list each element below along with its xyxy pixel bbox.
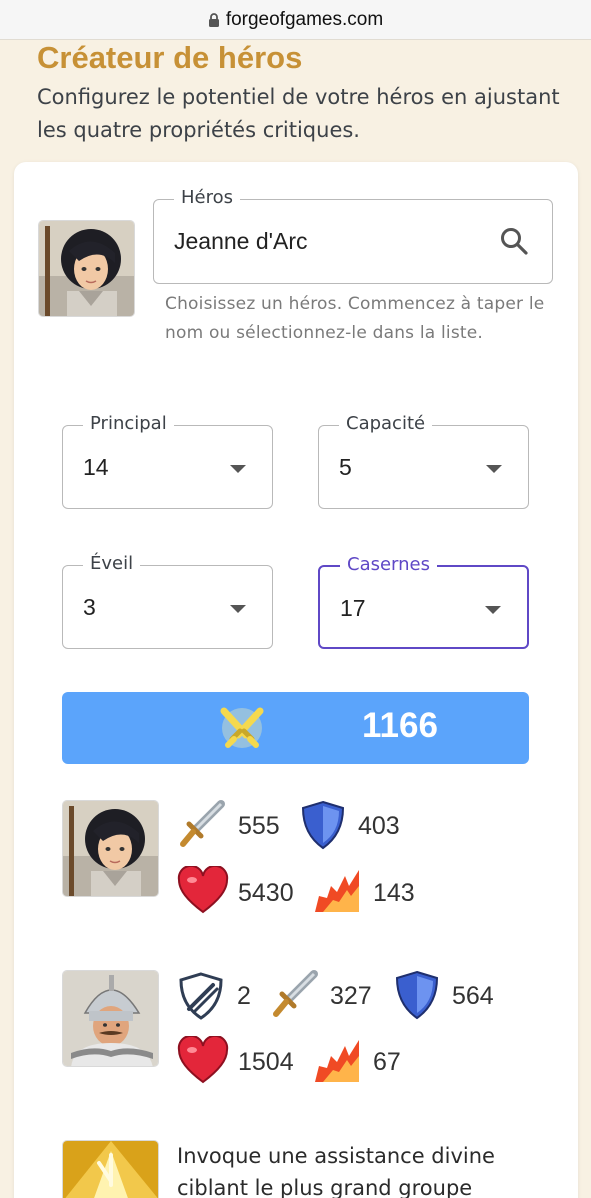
hero-search-input[interactable]: Jeanne d'Arc [174,228,308,255]
hero-health-value: 5430 [238,879,294,907]
unit-health-value: 1504 [238,1048,294,1076]
hero-attack-value: 555 [238,812,280,840]
principal-value: 14 [83,454,109,480]
shield-icon [394,970,440,1024]
sword-icon [177,800,227,854]
unit-speed-value: 67 [373,1048,401,1076]
chevron-down-icon [230,465,246,473]
hero-speed-value: 143 [373,879,415,907]
sword-icon [270,970,320,1024]
casernes-label: Casernes [340,554,437,576]
principal-label: Principal [83,413,174,435]
skill-description: Invoque une assistance divine ciblant le… [177,1144,495,1198]
crossed-swords-icon [218,705,266,755]
heart-icon [177,1034,229,1088]
skill-icon [62,1140,159,1198]
capacite-select[interactable]: Capacité 5 [318,413,529,509]
casernes-select[interactable]: Casernes 17 [318,554,529,649]
lock-icon [208,12,220,27]
capacite-label: Capacité [339,413,433,435]
hero-field-label: Héros [174,187,241,209]
unit-armor-value: 2 [237,982,251,1010]
heart-icon [177,864,229,918]
armor-icon [177,971,225,1025]
hero-defense-value: 403 [358,812,400,840]
eveil-select[interactable]: Éveil 3 [62,553,273,649]
hero-search-field[interactable]: Héros Jeanne d'Arc [153,187,553,284]
hero-avatar [38,220,135,317]
capacite-value: 5 [339,454,352,480]
eveil-value: 3 [83,594,96,620]
chevron-down-icon [230,605,246,613]
power-value: 1166 [362,706,438,745]
browser-url-bar[interactable]: forgeofgames.com [0,0,591,40]
page-title: Créateur de héros [37,40,303,75]
speed-icon [313,868,363,920]
principal-select[interactable]: Principal 14 [62,413,273,509]
page-description: Configurez le potentiel de votre héros e… [37,85,560,142]
url-text: forgeofgames.com [225,8,384,30]
chevron-down-icon [486,465,502,473]
chevron-down-icon [485,606,501,614]
unit-attack-value: 327 [330,982,372,1010]
hero-portrait [62,800,159,897]
eveil-label: Éveil [83,553,141,575]
search-icon[interactable] [500,227,528,259]
casernes-value: 17 [340,595,366,621]
hero-field-helper-text: Choisissez un héros. Commencez à taper l… [165,294,545,343]
power-bar: 1166 [62,692,529,764]
unit-defense-value: 564 [452,982,494,1010]
speed-icon [313,1038,363,1090]
shield-icon [300,800,346,854]
unit-portrait [62,970,159,1067]
